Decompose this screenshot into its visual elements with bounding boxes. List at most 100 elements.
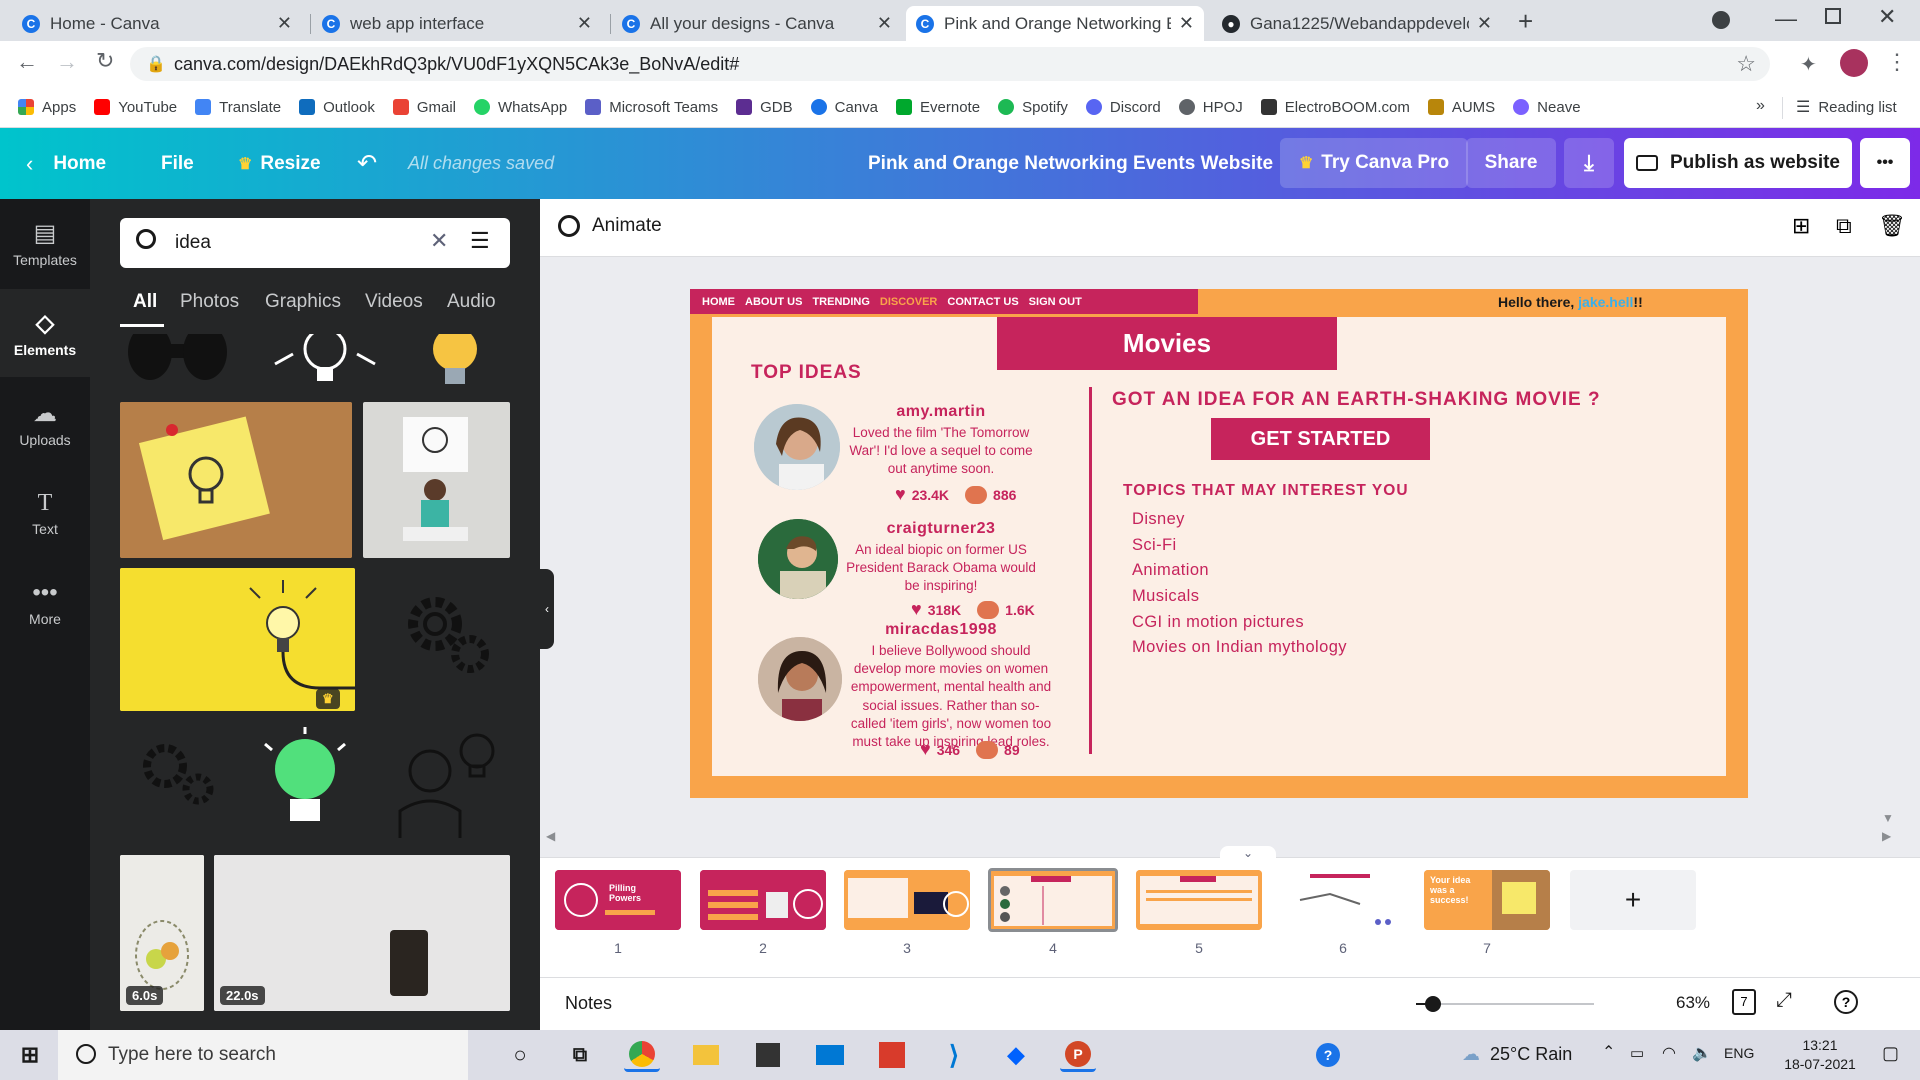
notes-button[interactable]: Notes: [565, 993, 612, 1014]
browser-tab[interactable]: C web app interface ✕: [312, 6, 602, 41]
new-tab-icon[interactable]: +: [1518, 6, 1533, 37]
mail-icon[interactable]: [812, 1038, 848, 1072]
extensions-icon[interactable]: ✦: [1800, 52, 1817, 77]
tab-all[interactable]: All: [133, 291, 157, 313]
cortana-icon[interactable]: ○: [502, 1038, 538, 1072]
bookmark-item[interactable]: Outlook: [299, 99, 375, 116]
add-page-button[interactable]: +: [1570, 870, 1696, 930]
tab-videos[interactable]: Videos: [365, 291, 423, 313]
browser-tab[interactable]: C All your designs - Canva ✕: [612, 6, 902, 41]
bookmark-item[interactable]: GDB: [736, 99, 793, 116]
animate-button[interactable]: Animate: [558, 215, 662, 237]
reading-list-button[interactable]: ☰ Reading list: [1796, 97, 1897, 117]
wifi-icon[interactable]: ◠: [1662, 1043, 1676, 1063]
chevron-down-icon[interactable]: ⌄: [1220, 846, 1276, 860]
page-thumb-1[interactable]: Pilling Powers: [555, 870, 681, 930]
page-thumb-3[interactable]: [844, 870, 970, 930]
bookmark-item[interactable]: Discord: [1085, 99, 1161, 116]
close-tab-icon[interactable]: ✕: [277, 13, 292, 34]
reload-icon[interactable]: ↻: [96, 48, 114, 74]
weather-widget[interactable]: ☁ 25°C Rain: [1462, 1044, 1572, 1065]
collapse-panel-handle[interactable]: ‹: [540, 569, 554, 649]
design-page[interactable]: HOME ABOUT US TRENDING DISCOVER CONTACT …: [690, 289, 1748, 798]
rail-uploads[interactable]: ☁ Uploads: [0, 379, 90, 467]
volume-icon[interactable]: 🔈: [1692, 1043, 1712, 1063]
rail-templates[interactable]: ▤ Templates: [0, 199, 90, 287]
publish-website-button[interactable]: Publish as website: [1624, 138, 1852, 188]
close-tab-icon[interactable]: ✕: [877, 13, 892, 34]
photo-yellow-bulb[interactable]: ♛: [120, 568, 355, 711]
browser-tab-active[interactable]: C Pink and Orange Networking Eve ✕: [906, 6, 1204, 41]
scroll-down-icon[interactable]: ▼: [1882, 811, 1894, 825]
design-title[interactable]: Pink and Orange Networking Events Websit…: [868, 128, 1273, 199]
language-indicator[interactable]: ENG: [1724, 1045, 1754, 1061]
photo-woman-bulb-sign[interactable]: [363, 402, 510, 558]
notifications-icon[interactable]: ▢: [1882, 1043, 1899, 1064]
help-app-icon[interactable]: ?: [1310, 1038, 1346, 1072]
dropbox-icon[interactable]: ◆: [998, 1038, 1034, 1072]
restore-icon[interactable]: [1825, 8, 1841, 24]
video-net-bag[interactable]: 6.0s: [120, 855, 204, 1011]
search-input[interactable]: idea ✕ ☰: [120, 218, 510, 268]
powerpoint-icon[interactable]: P: [1060, 1038, 1096, 1072]
photo-sticky-note[interactable]: [120, 402, 352, 558]
tray-chevron-icon[interactable]: ⌃: [1602, 1042, 1615, 1062]
file-menu-button[interactable]: File: [161, 128, 194, 199]
bookmark-item[interactable]: YouTube: [94, 99, 177, 116]
undo-icon[interactable]: ↶: [357, 128, 377, 199]
fullscreen-icon[interactable]: ⤢: [1776, 989, 1792, 1012]
bookmark-item[interactable]: Spotify: [998, 99, 1068, 116]
scroll-left-icon[interactable]: ◀: [546, 829, 555, 843]
bookmark-item[interactable]: Evernote: [896, 99, 980, 116]
forward-icon[interactable]: →: [56, 49, 78, 75]
page-thumb-5[interactable]: [1136, 870, 1262, 930]
tab-search-icon[interactable]: [1712, 11, 1730, 29]
rail-more[interactable]: ••• More: [0, 559, 90, 647]
close-tab-icon[interactable]: ✕: [577, 13, 592, 34]
more-options-button[interactable]: •••: [1860, 138, 1910, 188]
bookmarks-overflow-icon[interactable]: »: [1756, 97, 1765, 115]
close-tab-icon[interactable]: ✕: [1477, 13, 1492, 34]
page-thumb-4-selected[interactable]: [988, 868, 1118, 932]
resize-button[interactable]: ♛ Resize: [238, 128, 321, 199]
tab-photos[interactable]: Photos: [180, 291, 239, 313]
scroll-right-icon[interactable]: ▶: [1882, 829, 1891, 843]
vscode-icon[interactable]: ⟩: [936, 1038, 972, 1072]
home-button[interactable]: ‹ Home: [26, 128, 106, 199]
add-page-icon[interactable]: ⊞: [1792, 213, 1810, 239]
page-count-button[interactable]: 7: [1732, 989, 1756, 1015]
help-button[interactable]: ?: [1834, 990, 1858, 1014]
bookmark-item[interactable]: Gmail: [392, 99, 456, 116]
bookmark-item[interactable]: Apps: [18, 99, 76, 116]
browser-tab[interactable]: ● Gana1225/Webandappdevelopm ✕: [1212, 6, 1502, 41]
close-window-icon[interactable]: ✕: [1878, 4, 1896, 30]
chrome-taskbar-icon[interactable]: [624, 1038, 660, 1072]
graphic-person-bulb[interactable]: [385, 726, 505, 841]
zoom-slider-track[interactable]: [1428, 1003, 1594, 1005]
video-bottle[interactable]: 22.0s: [214, 855, 510, 1011]
bookmark-item[interactable]: WhatsApp: [474, 99, 567, 116]
bookmark-item[interactable]: Neave: [1513, 99, 1581, 116]
app-red-icon[interactable]: [874, 1038, 910, 1072]
graphic-bulb-yellow[interactable]: [410, 334, 500, 389]
filter-icon[interactable]: ☰: [470, 228, 490, 254]
delete-page-icon[interactable]: 🗑: [1878, 213, 1906, 239]
store-icon[interactable]: [750, 1038, 786, 1072]
share-button[interactable]: Share: [1466, 138, 1556, 188]
windows-start-icon[interactable]: ⊞: [12, 1038, 48, 1072]
graphic-bulb-rays[interactable]: [265, 334, 385, 389]
download-icon[interactable]: ⤓: [1564, 138, 1614, 188]
file-explorer-icon[interactable]: [688, 1038, 724, 1072]
bookmark-star-icon[interactable]: ☆: [1736, 51, 1756, 77]
bookmark-item[interactable]: Translate: [195, 99, 281, 116]
zoom-slider-handle[interactable]: [1425, 996, 1441, 1012]
page-thumb-2[interactable]: [700, 870, 826, 930]
taskbar-search-input[interactable]: Type here to search: [58, 1030, 468, 1080]
battery-icon[interactable]: ▭: [1630, 1044, 1644, 1062]
page-thumb-7[interactable]: Your idea was a success!: [1424, 870, 1550, 930]
back-icon[interactable]: ←: [16, 49, 38, 75]
tab-audio[interactable]: Audio: [447, 291, 496, 313]
close-tab-icon[interactable]: ✕: [1179, 13, 1194, 34]
minimize-icon[interactable]: —: [1775, 6, 1797, 32]
bookmark-item[interactable]: Microsoft Teams: [585, 99, 718, 116]
